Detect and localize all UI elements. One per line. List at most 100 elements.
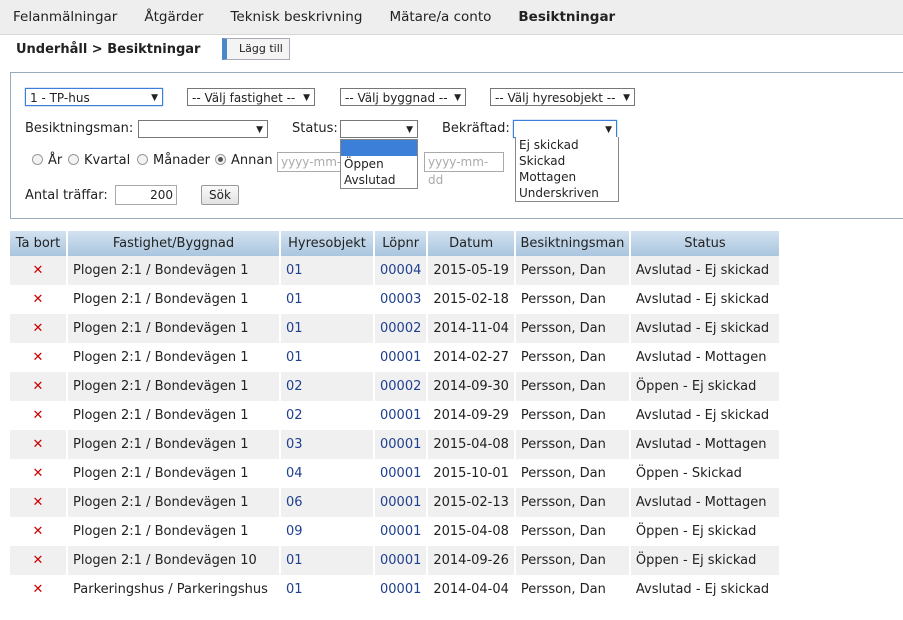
cell-number[interactable]: 00001: [374, 517, 429, 546]
cell-property: Plogen 2:1 / Bondevägen 1: [67, 459, 281, 488]
cell-date: 2014-04-04: [427, 575, 516, 604]
status-option-open[interactable]: Öppen: [341, 156, 417, 172]
confirmed-option-signed[interactable]: Underskriven: [516, 185, 618, 201]
search-button[interactable]: Sök: [201, 185, 239, 205]
table-row: ✕ Plogen 2:1 / Bondevägen 1 06 00001 2015-02…: [10, 488, 781, 517]
cell-rental-object[interactable]: 06: [280, 488, 375, 517]
cell-number[interactable]: 00001: [374, 459, 429, 488]
cell-rental-object[interactable]: 01: [280, 343, 375, 372]
period-month-radio[interactable]: [137, 154, 148, 165]
delete-icon[interactable]: ✕: [10, 430, 68, 459]
cell-rental-object[interactable]: 03: [280, 430, 375, 459]
confirmed-option-not-sent[interactable]: Ej skickad: [516, 137, 618, 153]
company-select[interactable]: 1 - TP-hus ▼: [25, 88, 163, 106]
cell-property: Plogen 2:1 / Bondevägen 1: [67, 256, 281, 285]
rental-object-select-value: -- Välj hyresobjekt --: [495, 91, 616, 105]
tab-besiktningar[interactable]: Besiktningar: [518, 9, 629, 25]
table-row: ✕ Plogen 2:1 / Bondevägen 10 01 00001 2014-0…: [10, 546, 781, 575]
delete-icon[interactable]: ✕: [10, 546, 68, 575]
table-row: ✕ Plogen 2:1 / Bondevägen 1 01 00003 2015-02…: [10, 285, 781, 314]
cell-number[interactable]: 00001: [374, 430, 429, 459]
cell-rental-object[interactable]: 01: [280, 546, 375, 575]
col-inspector[interactable]: Besiktningsman: [514, 231, 631, 256]
confirmed-select[interactable]: ▼: [513, 120, 617, 138]
delete-icon[interactable]: ✕: [10, 401, 68, 430]
col-rental-object[interactable]: Hyresobjekt: [280, 231, 375, 256]
cell-rental-object[interactable]: 02: [280, 401, 375, 430]
delete-icon[interactable]: ✕: [10, 256, 68, 285]
confirmed-label: Bekräftad:: [442, 121, 510, 136]
status-option-empty[interactable]: [341, 140, 417, 156]
chevron-down-icon: ▼: [406, 125, 413, 135]
delete-icon[interactable]: ✕: [10, 575, 68, 604]
cell-property: Plogen 2:1 / Bondevägen 1: [67, 430, 281, 459]
period-other-radio[interactable]: [215, 154, 226, 165]
delete-icon[interactable]: ✕: [10, 314, 68, 343]
cell-number[interactable]: 00001: [374, 575, 429, 604]
period-year-label: År: [48, 153, 63, 168]
table-row: ✕ Parkeringshus / Parkeringshus 01 00001 201…: [10, 575, 781, 604]
cell-property: Plogen 2:1 / Bondevägen 1: [67, 285, 281, 314]
confirmed-option-sent[interactable]: Skickad: [516, 153, 618, 169]
cell-number[interactable]: 00001: [374, 343, 429, 372]
delete-icon[interactable]: ✕: [10, 459, 68, 488]
cell-inspector: Persson, Dan: [514, 575, 631, 604]
delete-icon[interactable]: ✕: [10, 517, 68, 546]
cell-number[interactable]: 00003: [374, 285, 429, 314]
cell-property: Plogen 2:1 / Bondevägen 1: [67, 488, 281, 517]
inspector-select[interactable]: ▼: [138, 120, 268, 138]
tab-matare[interactable]: Mätare/a conto: [389, 9, 505, 25]
cell-status: Avslutad - Ej skickad: [629, 401, 781, 430]
cell-number[interactable]: 00002: [374, 314, 429, 343]
cell-rental-object[interactable]: 04: [280, 459, 375, 488]
col-date[interactable]: Datum: [427, 231, 516, 256]
col-property[interactable]: Fastighet/Byggnad: [67, 231, 281, 256]
cell-inspector: Persson, Dan: [514, 256, 631, 285]
chevron-down-icon: ▼: [256, 125, 263, 135]
cell-rental-object[interactable]: 01: [280, 256, 375, 285]
rental-object-select[interactable]: -- Välj hyresobjekt -- ▼: [490, 88, 635, 106]
chevron-down-icon: ▼: [151, 93, 158, 103]
date-from-input[interactable]: yyyy-mm-dd: [277, 152, 347, 172]
delete-icon[interactable]: ✕: [10, 488, 68, 517]
col-number[interactable]: Löpnr: [374, 231, 429, 256]
cell-number[interactable]: 00001: [374, 546, 429, 575]
col-status[interactable]: Status: [629, 231, 781, 256]
top-navigation: Felanmälningar Åtgärder Teknisk beskrivn…: [0, 0, 903, 35]
delete-icon[interactable]: ✕: [10, 372, 68, 401]
cell-number[interactable]: 00001: [374, 488, 429, 517]
confirmed-option-received[interactable]: Mottagen: [516, 169, 618, 185]
status-select[interactable]: ▼: [340, 120, 418, 138]
cell-number[interactable]: 00002: [374, 372, 429, 401]
delete-icon[interactable]: ✕: [10, 285, 68, 314]
building-select[interactable]: -- Välj byggnad -- ▼: [340, 88, 466, 106]
cell-property: Parkeringshus / Parkeringshus: [67, 575, 281, 604]
cell-rental-object[interactable]: 01: [280, 575, 375, 604]
cell-rental-object[interactable]: 09: [280, 517, 375, 546]
property-select[interactable]: -- Välj fastighet -- ▼: [187, 88, 315, 106]
cell-number[interactable]: 00001: [374, 401, 429, 430]
cell-number[interactable]: 00004: [374, 256, 429, 285]
cell-date: 2014-09-26: [427, 546, 516, 575]
delete-icon[interactable]: ✕: [10, 343, 68, 372]
tab-atgarder[interactable]: Åtgärder: [144, 9, 217, 25]
cell-date: 2014-09-29: [427, 401, 516, 430]
cell-rental-object[interactable]: 02: [280, 372, 375, 401]
add-button[interactable]: Lägg till: [222, 38, 290, 60]
cell-status: Öppen - Ej skickad: [629, 517, 781, 546]
period-year-radio[interactable]: [32, 154, 43, 165]
period-quarter-radio[interactable]: [68, 154, 79, 165]
tab-teknisk-beskrivning[interactable]: Teknisk beskrivning: [230, 9, 376, 25]
cell-date: 2015-04-08: [427, 517, 516, 546]
chevron-down-icon: ▼: [623, 93, 630, 103]
cell-status: Avslutad - Mottagen: [629, 430, 781, 459]
cell-rental-object[interactable]: 01: [280, 285, 375, 314]
tab-felanmalningar[interactable]: Felanmälningar: [13, 9, 131, 25]
hits-input[interactable]: 200: [115, 185, 177, 205]
breadcrumb: Underhåll > Besiktningar: [16, 42, 201, 57]
date-to-input[interactable]: yyyy-mm-dd: [424, 152, 504, 187]
status-option-closed[interactable]: Avslutad: [341, 172, 417, 188]
table-row: ✕ Plogen 2:1 / Bondevägen 1 03 00001 2015-04…: [10, 430, 781, 459]
cell-rental-object[interactable]: 01: [280, 314, 375, 343]
cell-property: Plogen 2:1 / Bondevägen 1: [67, 401, 281, 430]
